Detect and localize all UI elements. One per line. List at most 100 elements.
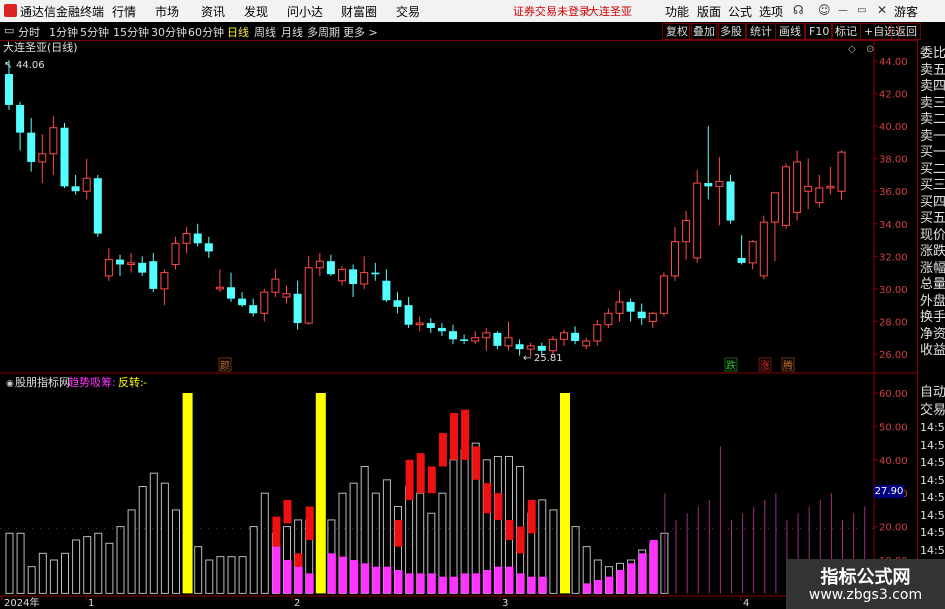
- candle[interactable]: [659, 272, 668, 317]
- multi-stock-button[interactable]: 多股: [716, 23, 746, 40]
- kline-chart[interactable]: 44.00 42.00 40.00 38.00 36.00 34.00 32.00 30.00…: [0, 40, 945, 609]
- candle[interactable]: [426, 318, 435, 333]
- chart-collapse-icon[interactable]: ⊙: [866, 44, 874, 55]
- menu-news[interactable]: 资讯: [201, 3, 225, 20]
- candle[interactable]: [460, 334, 469, 345]
- period-15min[interactable]: 15分钟: [113, 24, 149, 40]
- candle[interactable]: [726, 174, 735, 224]
- candle[interactable]: [16, 101, 25, 151]
- adjust-button[interactable]: 复权: [662, 23, 692, 40]
- overlay-button[interactable]: 叠加: [689, 23, 719, 40]
- period-more[interactable]: 更多 >: [343, 24, 378, 40]
- auto-trade-label[interactable]: 交易: [920, 401, 945, 420]
- menu-options[interactable]: 选项: [759, 3, 783, 20]
- period-1min[interactable]: 1分钟: [49, 24, 78, 40]
- candle[interactable]: [404, 297, 413, 328]
- candle[interactable]: [626, 298, 635, 322]
- period-multi[interactable]: 多周期: [307, 24, 340, 40]
- minimize-icon[interactable]: —: [838, 5, 848, 16]
- candle[interactable]: [60, 122, 69, 188]
- candle[interactable]: [160, 269, 169, 306]
- headset-icon[interactable]: ☊: [793, 3, 804, 17]
- candle[interactable]: [693, 170, 702, 263]
- candle[interactable]: [704, 126, 713, 200]
- candle[interactable]: [49, 116, 58, 175]
- candle[interactable]: [149, 253, 158, 293]
- candle[interactable]: [793, 150, 802, 221]
- candle[interactable]: [227, 272, 235, 302]
- candle[interactable]: [138, 256, 147, 276]
- statistics-button[interactable]: 统计: [746, 23, 776, 40]
- candle[interactable]: [326, 254, 335, 276]
- candle[interactable]: [604, 308, 613, 328]
- guest-label[interactable]: 游客: [894, 3, 918, 20]
- candle[interactable]: [682, 210, 691, 260]
- login-notice[interactable]: 证券交易未登录: [513, 3, 590, 19]
- candle[interactable]: [282, 285, 291, 304]
- menu-formula[interactable]: 公式: [728, 3, 752, 20]
- menu-market[interactable]: 市场: [155, 3, 179, 20]
- candle[interactable]: [393, 292, 402, 314]
- candle[interactable]: [770, 192, 779, 262]
- candle[interactable]: [837, 150, 846, 200]
- close-icon[interactable]: ✕: [877, 3, 887, 17]
- candle[interactable]: [293, 280, 302, 330]
- menu-function[interactable]: 功能: [665, 3, 689, 20]
- period-60min[interactable]: 60分钟: [188, 24, 224, 40]
- candle[interactable]: [471, 331, 480, 345]
- menu-trade[interactable]: 交易: [396, 3, 420, 20]
- period-30min[interactable]: 30分钟: [151, 24, 187, 40]
- candle[interactable]: [548, 336, 557, 354]
- candle[interactable]: [504, 321, 513, 351]
- candle[interactable]: [271, 269, 280, 298]
- candle[interactable]: [759, 215, 768, 280]
- indicator-name[interactable]: 股朋指标网: [15, 375, 70, 389]
- candle[interactable]: [815, 174, 824, 208]
- candle[interactable]: [737, 235, 746, 265]
- candle[interactable]: [804, 158, 813, 210]
- candle[interactable]: [482, 327, 491, 351]
- mark-button[interactable]: 标记: [831, 23, 861, 40]
- candle[interactable]: [371, 262, 380, 281]
- candle[interactable]: [215, 269, 224, 293]
- f10-button[interactable]: F10: [805, 23, 834, 40]
- candle[interactable]: [349, 264, 358, 298]
- candle[interactable]: [615, 290, 624, 322]
- menu-discover[interactable]: 发现: [244, 3, 268, 20]
- period-daily[interactable]: 日线: [227, 24, 249, 40]
- candle[interactable]: [560, 329, 568, 346]
- candle[interactable]: [593, 319, 602, 346]
- candle[interactable]: [415, 316, 424, 332]
- candle[interactable]: [260, 288, 269, 322]
- candle[interactable]: [338, 266, 346, 286]
- period-weekly[interactable]: 周线: [254, 24, 276, 40]
- candle[interactable]: [493, 331, 502, 350]
- user-icon[interactable]: ☺: [818, 3, 831, 17]
- candle[interactable]: [193, 223, 202, 247]
- menu-layout[interactable]: 版面: [697, 3, 721, 20]
- toolbar-menu-icon[interactable]: ▭: [4, 24, 14, 37]
- candle[interactable]: [382, 269, 391, 302]
- candle[interactable]: [204, 236, 213, 258]
- candle[interactable]: [360, 256, 369, 289]
- period-5min[interactable]: 5分钟: [80, 24, 109, 40]
- draw-line-button[interactable]: 画线: [775, 23, 805, 40]
- candle[interactable]: [315, 253, 324, 276]
- candle[interactable]: [82, 158, 91, 200]
- candle[interactable]: [782, 163, 790, 229]
- auto-trade-label[interactable]: 自动: [920, 383, 945, 402]
- candle[interactable]: [238, 292, 247, 307]
- menu-ask-xiaoda[interactable]: 问小达: [287, 3, 323, 20]
- candle[interactable]: [93, 174, 102, 237]
- candle[interactable]: [449, 324, 457, 345]
- candle[interactable]: [748, 240, 757, 270]
- chart-settings-icon[interactable]: ◇: [848, 44, 856, 55]
- candle[interactable]: [437, 323, 446, 337]
- candle[interactable]: [304, 256, 313, 325]
- candle[interactable]: [104, 248, 113, 281]
- indicator-settings-icon[interactable]: ◉: [6, 379, 14, 389]
- candle[interactable]: [582, 337, 591, 350]
- stock-name-link[interactable]: 大连圣亚: [588, 3, 632, 19]
- candle[interactable]: [182, 227, 191, 254]
- candle[interactable]: [571, 326, 580, 345]
